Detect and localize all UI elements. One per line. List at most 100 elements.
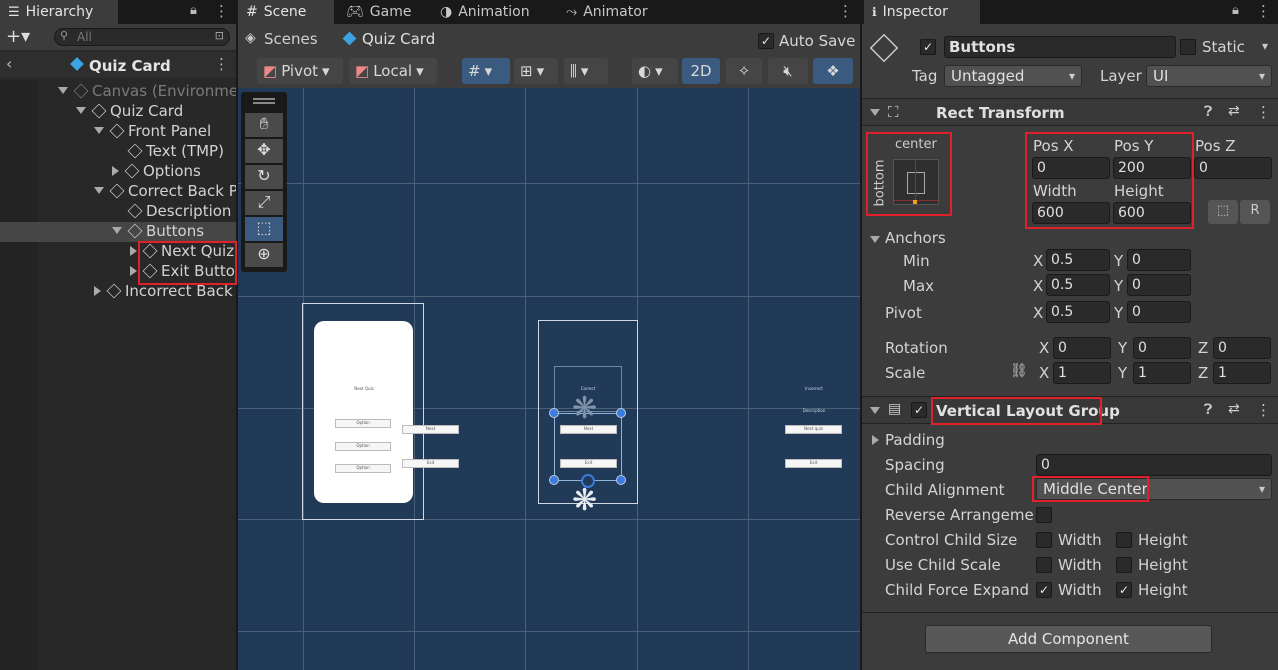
- expand-arrow-icon[interactable]: [94, 127, 104, 134]
- tab-hierarchy[interactable]: ☰ Hierarchy: [0, 0, 118, 24]
- collapse-arrow-icon[interactable]: [112, 166, 119, 176]
- resize-handle[interactable]: [549, 475, 559, 485]
- height-field[interactable]: 600: [1113, 202, 1191, 224]
- rotation-x-field[interactable]: 0: [1053, 337, 1111, 359]
- help-icon[interactable]: ❓︎: [1204, 104, 1212, 120]
- collapse-arrow-icon[interactable]: [94, 286, 101, 296]
- hierarchy-item[interactable]: Buttons: [0, 222, 236, 242]
- more-menu-icon[interactable]: ⋮: [214, 2, 229, 20]
- pivot-dropdown[interactable]: ◩ Pivot ▾: [257, 58, 343, 84]
- audio-toggle-button[interactable]: 🔇︎: [768, 58, 808, 84]
- rotation-y-field[interactable]: 0: [1133, 337, 1191, 359]
- vlg-enabled-checkbox[interactable]: ✓: [911, 402, 927, 418]
- hierarchy-item[interactable]: Incorrect Back: [0, 282, 236, 302]
- scale-x-field[interactable]: 1: [1053, 362, 1111, 384]
- anchor-preset-button[interactable]: [893, 159, 940, 206]
- hand-tool[interactable]: ✋︎: [245, 113, 283, 137]
- more-menu-icon[interactable]: ⋮: [1256, 103, 1271, 121]
- expand-arrow-icon[interactable]: [76, 107, 86, 114]
- hierarchy-item[interactable]: Canvas (Environme: [0, 82, 236, 102]
- anchor-max-y-field[interactable]: 0: [1127, 274, 1191, 296]
- hierarchy-item[interactable]: Options: [0, 162, 236, 182]
- move-tool[interactable]: ✥: [245, 139, 283, 163]
- collapse-arrow-icon[interactable]: [870, 109, 880, 116]
- layer-dropdown[interactable]: UI: [1146, 65, 1272, 87]
- add-component-button[interactable]: Add Component: [925, 625, 1212, 653]
- hierarchy-search-input[interactable]: ⚲ All ⊡: [54, 28, 230, 46]
- scale-z-field[interactable]: 1: [1213, 362, 1271, 384]
- tab-inspector[interactable]: ℹ Inspector: [864, 0, 980, 24]
- padding-foldout-arrow[interactable]: [872, 435, 879, 445]
- grid-snap-button[interactable]: # ▾: [462, 58, 510, 84]
- pos-y-field[interactable]: 200: [1113, 157, 1191, 179]
- object-name-field[interactable]: Buttons: [944, 36, 1176, 58]
- anchor-max-x-field[interactable]: 0.5: [1046, 274, 1110, 296]
- effects-toggle-button[interactable]: ❖: [813, 58, 853, 84]
- expand-width-checkbox[interactable]: ✓: [1036, 582, 1052, 598]
- link-scale-icon[interactable]: ⛓: [1010, 363, 1028, 379]
- rect-transform-header[interactable]: [862, 98, 1278, 126]
- more-menu-icon[interactable]: ⋮: [1256, 2, 1271, 20]
- front-panel-card[interactable]: [314, 321, 413, 503]
- hierarchy-item[interactable]: Description: [0, 202, 236, 222]
- pos-z-field[interactable]: 0: [1194, 157, 1272, 179]
- toggle-2d-button[interactable]: 2D: [682, 58, 720, 84]
- blueprint-mode-button[interactable]: ⬚: [1208, 200, 1238, 224]
- rotate-tool[interactable]: ↻: [245, 165, 283, 189]
- filter-icon[interactable]: ⊡: [215, 29, 224, 42]
- tab-game[interactable]: 🎮︎ Game: [338, 0, 419, 24]
- anchor-icon[interactable]: ❋: [572, 486, 597, 516]
- back-chevron-icon[interactable]: ‹: [6, 54, 12, 73]
- lighting-toggle-button[interactable]: ✧: [726, 58, 762, 84]
- more-menu-icon[interactable]: ⋮: [838, 2, 853, 20]
- shading-mode-button[interactable]: ◐ ▾: [632, 58, 678, 84]
- collapse-arrow-icon[interactable]: [870, 407, 880, 414]
- transform-tool[interactable]: ⊕: [245, 243, 283, 267]
- anchors-foldout-arrow[interactable]: [870, 236, 880, 243]
- control-height-checkbox[interactable]: [1116, 532, 1132, 548]
- breadcrumb-scenes[interactable]: Scenes: [264, 30, 318, 48]
- static-dropdown[interactable]: [1256, 36, 1274, 58]
- help-icon[interactable]: ❓︎: [1204, 402, 1212, 418]
- width-field[interactable]: 600: [1032, 202, 1110, 224]
- pos-x-field[interactable]: 0: [1032, 157, 1110, 179]
- anchor-min-x-field[interactable]: 0.5: [1046, 249, 1110, 271]
- auto-save-checkbox[interactable]: ✓: [758, 33, 774, 49]
- hierarchy-item[interactable]: Front Panel: [0, 122, 236, 142]
- ruler-snap-button[interactable]: ⫼ ▾: [564, 58, 608, 84]
- resize-handle[interactable]: [616, 408, 626, 418]
- tab-animator[interactable]: ⤳ Animator: [558, 0, 656, 24]
- tag-dropdown[interactable]: Untagged: [944, 65, 1082, 87]
- resize-handle[interactable]: [616, 475, 626, 485]
- breadcrumb-quiz-card[interactable]: Quiz Card: [362, 30, 435, 48]
- expand-height-checkbox[interactable]: ✓: [1116, 582, 1132, 598]
- collapse-arrow-icon[interactable]: [130, 266, 137, 276]
- lock-icon[interactable]: 🔒︎: [1232, 3, 1239, 18]
- static-checkbox[interactable]: [1180, 39, 1196, 55]
- increment-snap-button[interactable]: ⊞ ▾: [514, 58, 558, 84]
- resize-handle[interactable]: [549, 408, 559, 418]
- pivot-x-field[interactable]: 0.5: [1046, 301, 1110, 323]
- tab-animation[interactable]: ◑ Animation: [432, 0, 538, 24]
- raw-edit-button[interactable]: R: [1240, 200, 1270, 224]
- scale-tool[interactable]: ⤢: [245, 191, 283, 215]
- hierarchy-item[interactable]: Next Quiz: [0, 242, 236, 262]
- palette-grip[interactable]: [253, 98, 275, 104]
- more-menu-icon[interactable]: ⋮: [1256, 401, 1271, 419]
- hierarchy-item[interactable]: Text (TMP): [0, 142, 236, 162]
- expand-arrow-icon[interactable]: [112, 227, 122, 234]
- scale-y-field[interactable]: 1: [1133, 362, 1191, 384]
- active-checkbox[interactable]: ✓: [920, 39, 936, 55]
- child-alignment-dropdown[interactable]: Middle Center: [1036, 478, 1272, 500]
- pivot-y-field[interactable]: 0: [1127, 301, 1191, 323]
- local-dropdown[interactable]: ◩ Local ▾: [349, 58, 437, 84]
- control-width-checkbox[interactable]: [1036, 532, 1052, 548]
- expand-arrow-icon[interactable]: [58, 87, 68, 94]
- spacing-field[interactable]: 0: [1036, 454, 1272, 476]
- preset-icon[interactable]: ⇄: [1228, 401, 1240, 417]
- tab-scene[interactable]: # Scene: [238, 0, 334, 24]
- rotation-z-field[interactable]: 0: [1213, 337, 1271, 359]
- scale-width-checkbox[interactable]: [1036, 557, 1052, 573]
- anchor-min-y-field[interactable]: 0: [1127, 249, 1191, 271]
- more-menu-icon[interactable]: ⋮: [214, 55, 229, 73]
